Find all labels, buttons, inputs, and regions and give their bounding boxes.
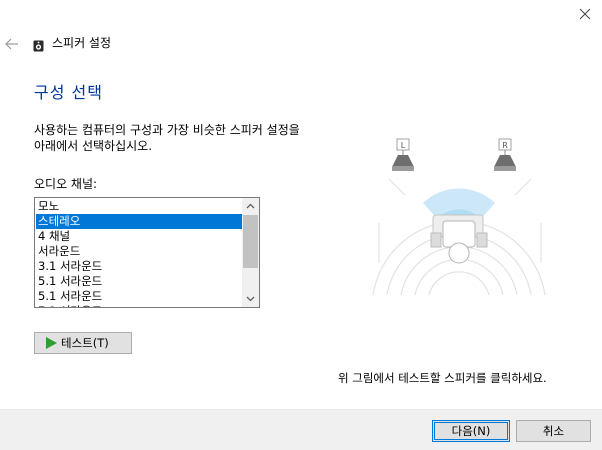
footer-bar (0, 409, 602, 450)
cancel-button[interactable]: 취소 (516, 420, 591, 442)
page-title: 구성 선택 (34, 83, 103, 102)
audio-channels-label: 오디오 채널: (34, 177, 98, 191)
chevron-up-icon (246, 203, 255, 209)
test-button[interactable]: 테스트(T) (34, 332, 132, 354)
channel-option[interactable]: 5.1 서라운드 (36, 274, 244, 289)
listener-figure (430, 214, 488, 264)
channel-option[interactable]: 모노 (36, 199, 244, 214)
play-icon (46, 337, 57, 349)
audio-channels-listbox[interactable]: 모노스테레오4 채널서라운드3.1 서라운드5.1 서라운드5.1 서라운드7.… (34, 197, 260, 308)
left-speaker-label: L (401, 141, 406, 150)
channel-option[interactable]: 7.1 서라운드 (36, 304, 244, 307)
close-button[interactable] (575, 4, 595, 24)
speaker-icon (33, 37, 44, 52)
listbox-scrollbar[interactable] (242, 198, 259, 307)
description-line-2: 아래에서 선택하십시오. (34, 139, 153, 153)
test-button-label: 테스트(T) (61, 336, 109, 350)
channel-option[interactable]: 3.1 서라운드 (36, 259, 244, 274)
scroll-down-button[interactable] (242, 290, 259, 307)
window-title: 스피커 설정 (52, 36, 112, 50)
speaker-diagram: L R (365, 135, 555, 300)
channel-option[interactable]: 4 채널 (36, 229, 244, 244)
channel-option[interactable]: 서라운드 (36, 244, 244, 259)
next-button[interactable]: 다음(N) (432, 420, 510, 442)
channel-option[interactable]: 5.1 서라운드 (36, 289, 244, 304)
description-line-1: 사용하는 컴퓨터의 구성과 가장 비슷한 스피커 설정을 (34, 123, 300, 137)
scroll-up-button[interactable] (242, 198, 259, 215)
back-arrow-icon (5, 38, 18, 50)
chevron-down-icon (246, 296, 255, 302)
test-hint-text: 위 그림에서 테스트할 스피커를 클릭하세요. (338, 371, 547, 385)
back-button[interactable] (4, 36, 20, 50)
left-speaker[interactable]: L (392, 138, 414, 171)
close-icon (579, 8, 591, 20)
right-speaker[interactable]: R (494, 138, 516, 171)
page-description: 사용하는 컴퓨터의 구성과 가장 비슷한 스피커 설정을 아래에서 선택하십시오… (34, 122, 334, 154)
channel-option[interactable]: 스테레오 (36, 214, 244, 229)
right-speaker-label: R (502, 141, 508, 150)
listbox-items: 모노스테레오4 채널서라운드3.1 서라운드5.1 서라운드5.1 서라운드7.… (36, 199, 244, 307)
scroll-thumb[interactable] (243, 215, 258, 268)
